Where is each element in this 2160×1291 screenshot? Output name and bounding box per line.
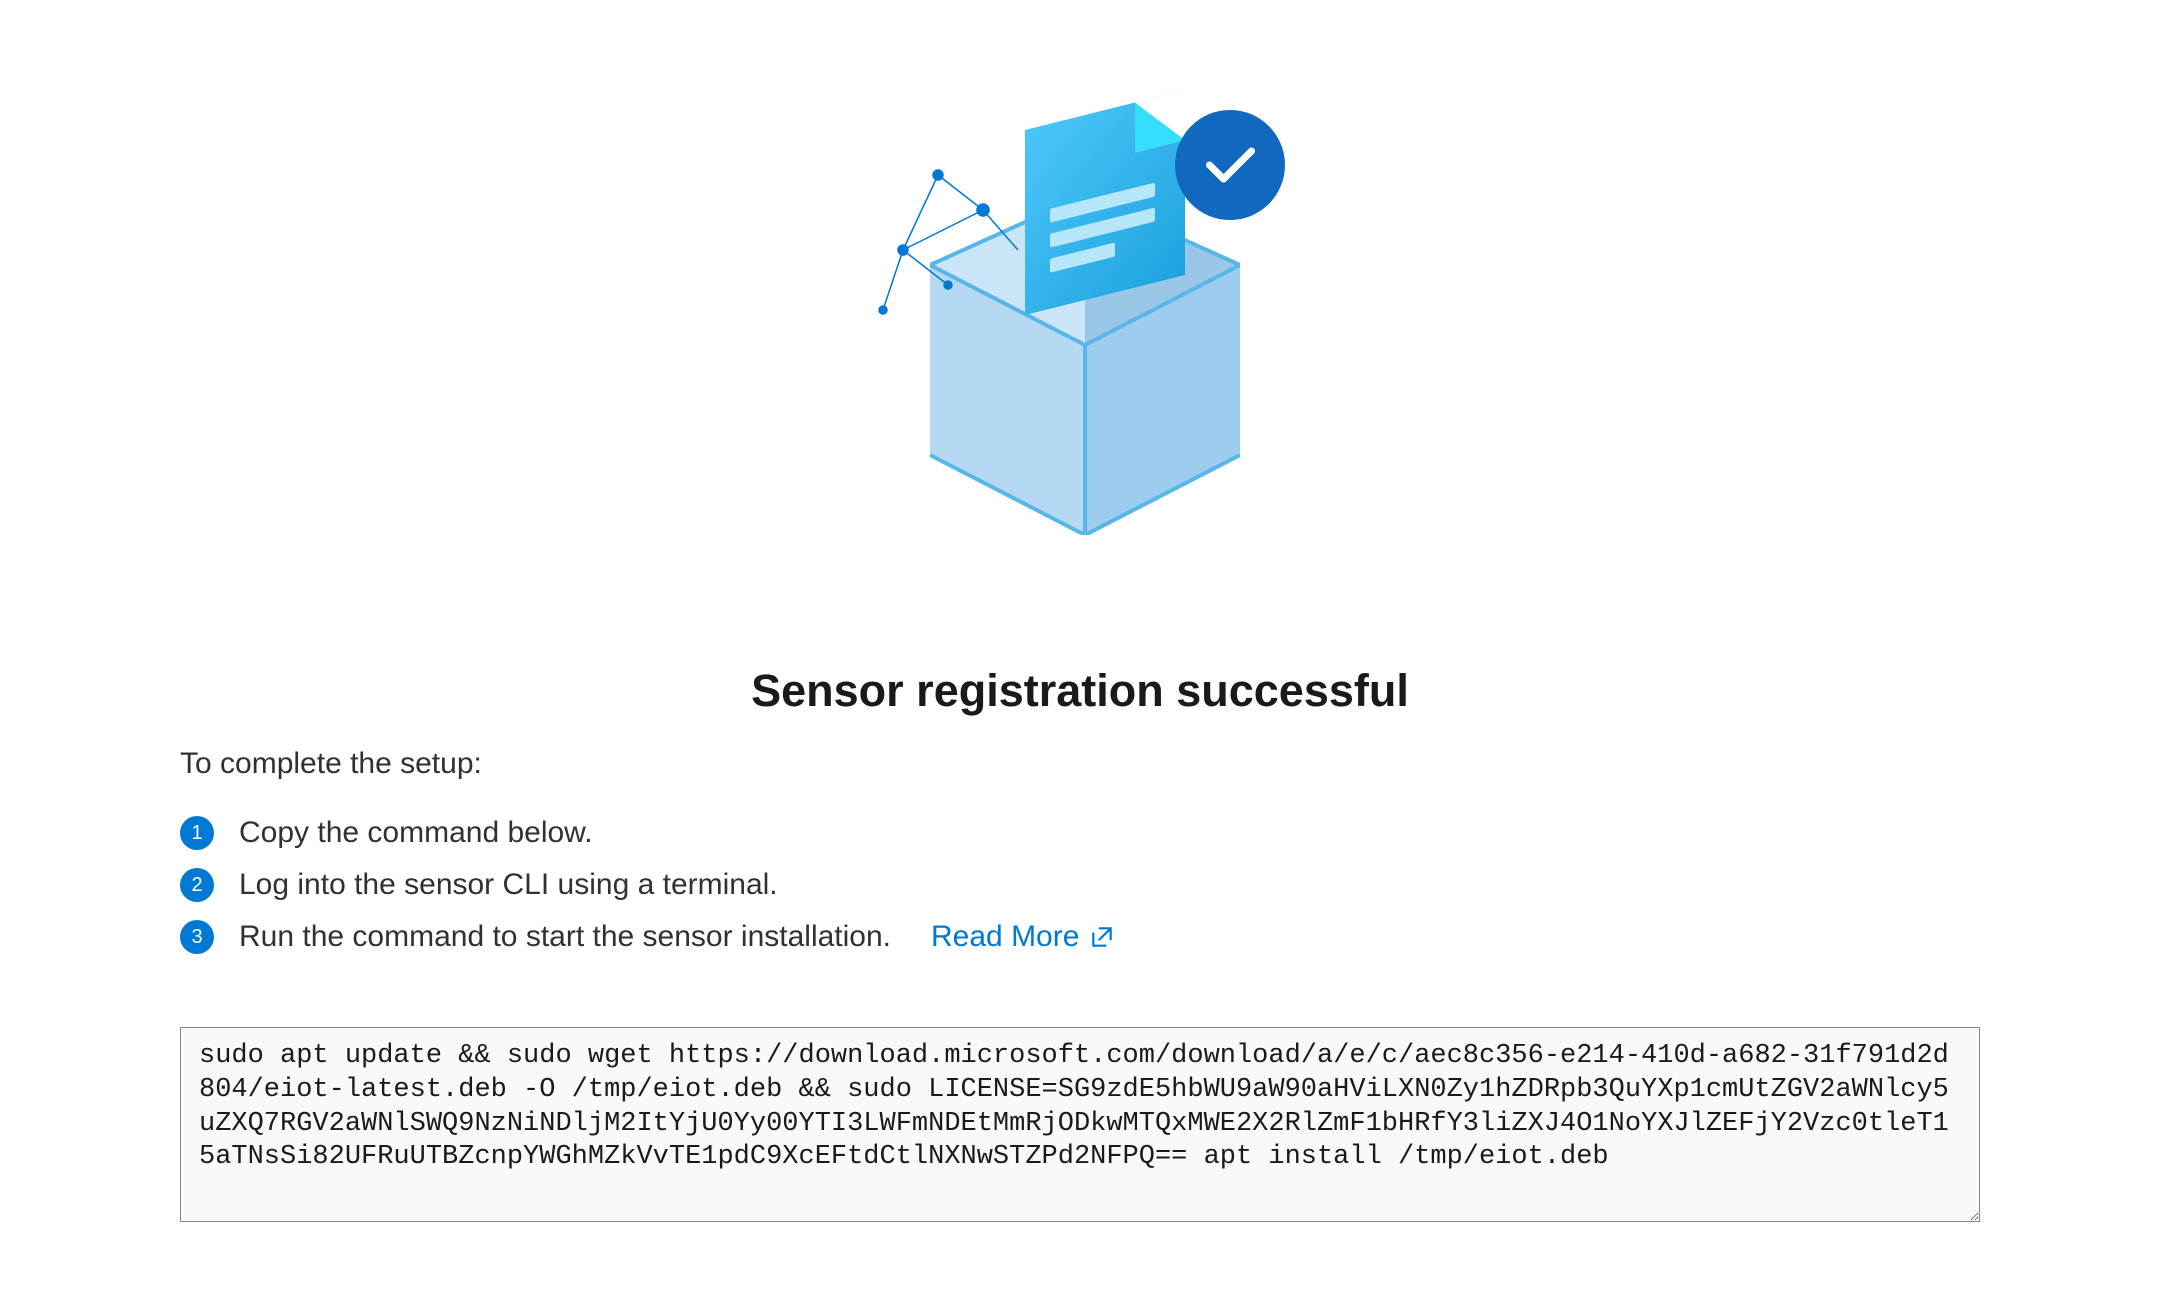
external-link-icon bbox=[1089, 924, 1115, 950]
read-more-label: Read More bbox=[931, 920, 1079, 954]
checkmark-icon bbox=[1203, 145, 1258, 185]
install-command-field[interactable] bbox=[180, 1027, 1980, 1222]
step-row: 3 Run the command to start the sensor in… bbox=[180, 920, 1980, 954]
intro-text: To complete the setup: bbox=[180, 747, 1980, 781]
step-text: Run the command to start the sensor inst… bbox=[239, 920, 891, 954]
step-text: Copy the command below. bbox=[239, 816, 593, 850]
step-bullet: 1 bbox=[180, 816, 214, 850]
success-badge bbox=[1175, 110, 1285, 220]
read-more-link[interactable]: Read More bbox=[931, 920, 1115, 954]
step-row: 1 Copy the command below. bbox=[180, 816, 1980, 850]
step-bullet: 2 bbox=[180, 868, 214, 902]
sensor-box-illustration bbox=[860, 80, 1300, 510]
page-title: Sensor registration successful bbox=[751, 665, 1409, 717]
step-bullet: 3 bbox=[180, 920, 214, 954]
step-row: 2 Log into the sensor CLI using a termin… bbox=[180, 868, 1980, 902]
step-text: Log into the sensor CLI using a terminal… bbox=[239, 868, 778, 902]
